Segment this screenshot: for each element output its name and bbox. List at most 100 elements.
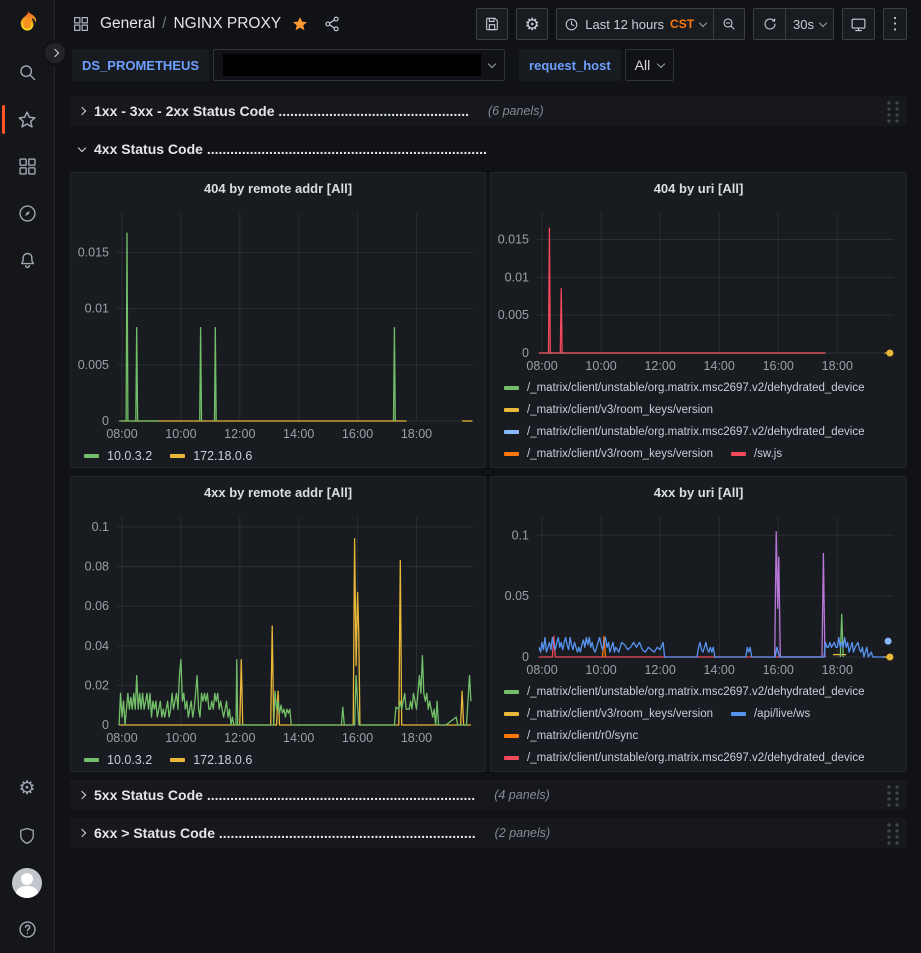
chevron-right-icon <box>78 791 86 799</box>
save-dashboard-button[interactable] <box>476 8 508 40</box>
legend-item[interactable]: 172.18.0.6 <box>170 749 252 771</box>
time-series-chart[interactable]: 08:0010:0012:0014:0016:0018:0000.020.040… <box>71 507 485 747</box>
monitor-icon <box>850 16 867 33</box>
legend-item[interactable]: /sw.js <box>731 443 782 465</box>
zoom-out-time-button[interactable] <box>713 8 745 40</box>
svg-text:0: 0 <box>102 414 109 428</box>
row-title: 4xx Status Code ........................… <box>94 141 487 157</box>
sidebar-item-explore[interactable] <box>0 190 55 237</box>
sidebar-item-server-admin[interactable] <box>0 812 55 859</box>
selected-value: All <box>635 57 651 73</box>
more-options-kebab-button[interactable]: ⋮ <box>883 8 907 40</box>
series-name: 10.0.3.2 <box>107 449 152 463</box>
row-drag-handle[interactable] <box>884 783 899 807</box>
dashboard-settings-button[interactable]: ⚙ <box>516 8 548 40</box>
time-range-label: Last 12 hours <box>585 17 664 32</box>
svg-text:10:00: 10:00 <box>585 663 616 677</box>
svg-text:0.08: 0.08 <box>85 560 109 574</box>
favorite-star-icon[interactable] <box>291 15 309 33</box>
series-color-swatch <box>84 454 99 458</box>
svg-text:0.1: 0.1 <box>92 520 109 534</box>
sidebar-item-profile[interactable] <box>0 859 55 906</box>
legend-item[interactable]: /_matrix/client/unstable/org.matrix.msc2… <box>504 681 865 703</box>
svg-text:0.1: 0.1 <box>512 528 529 542</box>
svg-text:14:00: 14:00 <box>283 731 314 745</box>
row-panel-count: (4 panels) <box>494 788 550 802</box>
time-series-chart[interactable]: 08:0010:0012:0014:0016:0018:0000.050.1 <box>491 507 906 679</box>
cycle-view-mode-button[interactable] <box>842 8 875 40</box>
legend-item[interactable]: /_matrix/client/unstable/org.matrix.msc2… <box>504 421 865 443</box>
sidebar-item-dashboards[interactable] <box>0 143 55 190</box>
row-header-5xx[interactable]: 5xx Status Code ........................… <box>70 780 907 810</box>
row-drag-handle[interactable] <box>884 99 899 123</box>
legend-item[interactable]: /_matrix/client/unstable/org.matrix.msc2… <box>504 377 865 399</box>
legend-item[interactable]: /_matrix/client/v3/room_keys/version <box>504 443 713 465</box>
series-color-swatch <box>504 756 519 760</box>
panel-legend: /_matrix/client/unstable/org.matrix.msc2… <box>491 679 906 771</box>
variable-label[interactable]: request_host <box>519 49 621 81</box>
variable-request-host: request_host All <box>519 49 674 81</box>
panel-title[interactable]: 4xx by uri [All] <box>491 477 906 507</box>
breadcrumb-separator: / <box>162 15 166 33</box>
row-panel-count: (2 panels) <box>495 826 551 840</box>
share-icon[interactable] <box>323 15 341 33</box>
time-series-chart[interactable]: 08:0010:0012:0014:0016:0018:0000.0050.01… <box>491 203 906 375</box>
time-series-chart[interactable]: 08:0010:0012:0014:0016:0018:0000.0050.01… <box>71 203 485 443</box>
legend-item[interactable]: /api/live/ws <box>731 703 810 725</box>
chevron-down-icon <box>78 143 86 151</box>
svg-text:14:00: 14:00 <box>283 427 314 441</box>
series-color-swatch <box>504 386 519 390</box>
sidebar-item-help[interactable] <box>0 906 55 953</box>
refresh-icon <box>762 16 778 32</box>
legend-item[interactable]: 10.0.3.2 <box>84 445 152 467</box>
chevron-down-icon <box>488 59 496 67</box>
row-header-6xx[interactable]: 6xx > Status Code ......................… <box>70 818 907 848</box>
timezone-label: CST <box>670 17 694 31</box>
legend-item[interactable]: /_matrix/client/v3/room_keys/version <box>504 703 713 725</box>
zoom-out-icon <box>721 16 737 32</box>
sidebar-item-starred[interactable] <box>0 96 55 143</box>
sidebar-item-configuration[interactable]: ⚙ <box>0 765 55 812</box>
legend-item[interactable]: /_matrix/client/v3/room_keys/version <box>504 399 713 421</box>
panel-title[interactable]: 404 by remote addr [All] <box>71 173 485 203</box>
panel-title[interactable]: 404 by uri [All] <box>491 173 906 203</box>
dashboards-grid-icon <box>17 156 38 177</box>
legend-item[interactable]: /_matrix/client/unstable/org.matrix.msc2… <box>504 747 865 769</box>
row-header-1xx-3xx-2xx[interactable]: 1xx - 3xx - 2xx Status Code ............… <box>70 96 907 126</box>
svg-text:18:00: 18:00 <box>822 359 853 373</box>
legend-item[interactable]: 172.18.0.6 <box>170 445 252 467</box>
svg-text:0.05: 0.05 <box>505 589 529 603</box>
time-range-picker[interactable]: Last 12 hours CST <box>556 8 713 40</box>
panel-grid: 404 by remote addr [All] 08:0010:0012:00… <box>70 172 907 772</box>
sidebar: ⚙ <box>0 0 55 953</box>
variable-label[interactable]: DS_PROMETHEUS <box>72 49 209 81</box>
legend-item[interactable]: 10.0.3.2 <box>84 749 152 771</box>
svg-text:18:00: 18:00 <box>822 663 853 677</box>
chevron-right-icon <box>78 829 86 837</box>
svg-text:14:00: 14:00 <box>704 663 735 677</box>
chevron-down-icon <box>699 18 707 26</box>
gear-icon: ⚙ <box>18 779 35 798</box>
row-drag-handle[interactable] <box>884 821 899 845</box>
chevron-down-icon <box>819 18 827 26</box>
refresh-interval-picker[interactable]: 30s <box>785 8 834 40</box>
panel-title[interactable]: 4xx by remote addr [All] <box>71 477 485 507</box>
legend-item[interactable]: /_matrix/client/r0/sync <box>504 725 638 747</box>
apps-grid-icon <box>72 15 90 33</box>
request-host-value-dropdown[interactable]: All <box>625 49 675 81</box>
refresh-button[interactable] <box>753 8 785 40</box>
grafana-logo-icon[interactable] <box>12 9 42 39</box>
sidebar-expand-button[interactable] <box>42 40 68 66</box>
breadcrumb-folder[interactable]: General <box>100 15 155 33</box>
svg-text:0.005: 0.005 <box>498 308 529 322</box>
series-name: /_matrix/client/unstable/org.matrix.msc2… <box>527 752 865 764</box>
svg-text:0.02: 0.02 <box>85 678 109 692</box>
breadcrumb-dashboard-title[interactable]: NGINX PROXY <box>173 15 281 33</box>
svg-text:0.04: 0.04 <box>85 639 109 653</box>
row-header-4xx[interactable]: 4xx Status Code ........................… <box>70 134 907 164</box>
sidebar-item-alerting[interactable] <box>0 237 55 284</box>
series-name: /_matrix/client/v3/room_keys/version <box>527 708 713 720</box>
refresh-interval-label: 30s <box>793 17 814 32</box>
series-name: 10.0.3.2 <box>107 753 152 767</box>
datasource-value-dropdown[interactable] <box>213 49 505 81</box>
